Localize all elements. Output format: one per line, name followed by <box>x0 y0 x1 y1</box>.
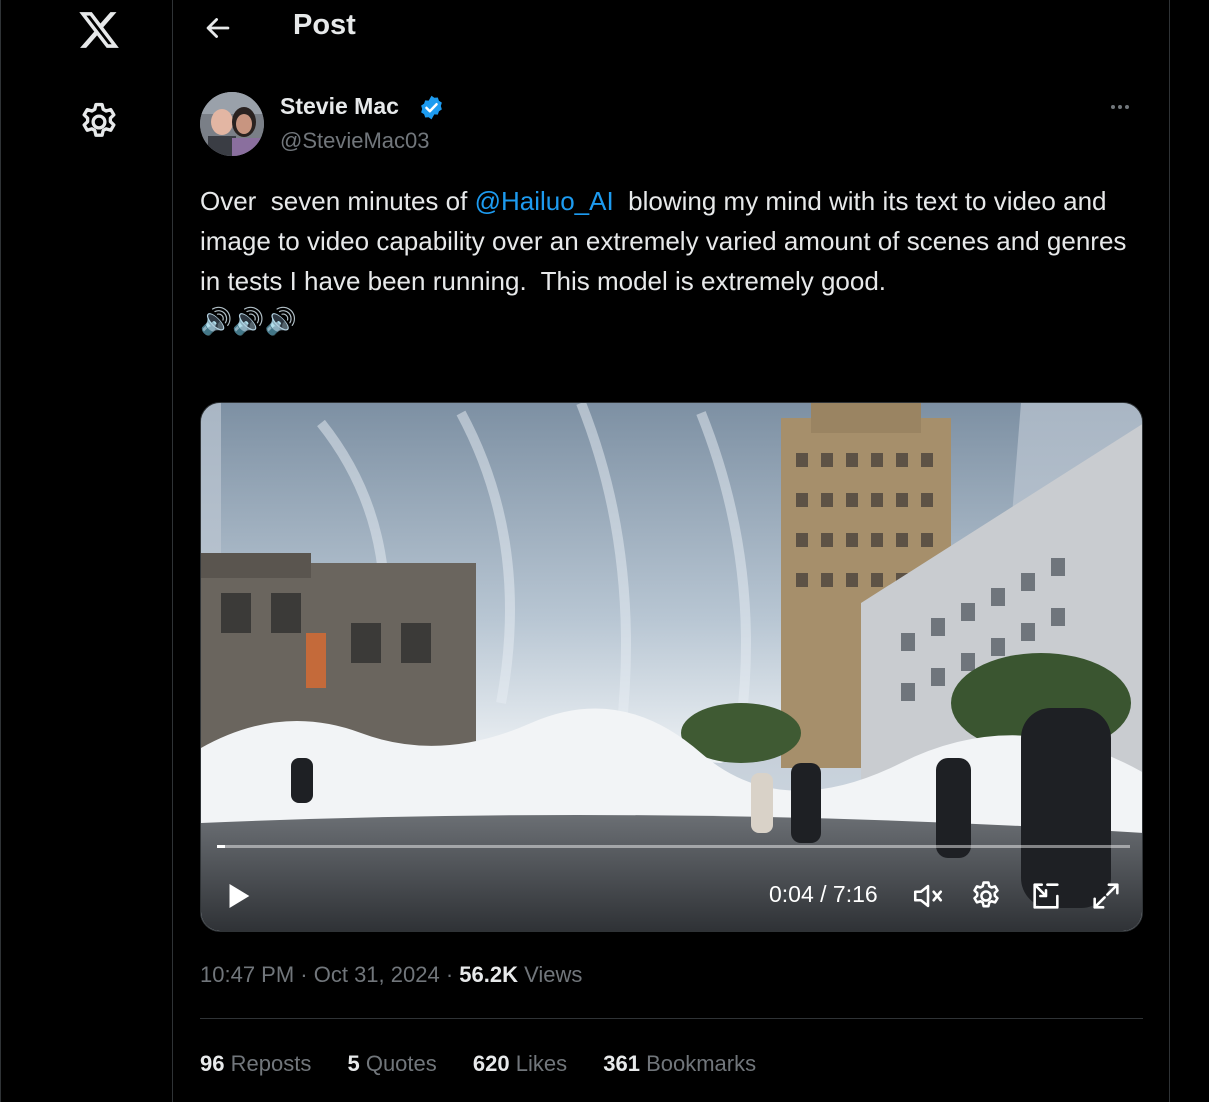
settings-gear-icon[interactable] <box>77 100 121 144</box>
likes-label: Likes <box>515 1051 568 1076</box>
reposts-label: Reposts <box>230 1051 312 1076</box>
post-timestamp-views: 10:47 PM · Oct 31, 2024 · 56.2K Views <box>200 962 583 987</box>
post-date[interactable]: Oct 31, 2024 <box>314 962 440 987</box>
quotes-count: 5 <box>347 1051 360 1076</box>
stat-quotes[interactable]: 5 Quotes <box>347 1051 436 1076</box>
speaker-emoji: 🔊🔊🔊 <box>200 306 298 336</box>
video-time-display: 0:04 / 7:16 <box>769 881 878 907</box>
stat-likes[interactable]: 620 Likes <box>473 1051 567 1076</box>
verified-badge-icon <box>418 94 445 121</box>
mention-link[interactable]: @Hailuo_AI <box>475 186 614 216</box>
video-progress-bar[interactable] <box>217 845 1130 848</box>
post-detail-column: Post Stevie Mac @StevieMac03 Over seven … <box>173 0 1170 1102</box>
video-settings-gear-icon[interactable] <box>969 879 1003 913</box>
post-header: Post <box>173 0 1170 56</box>
stat-bookmarks[interactable]: 361 Bookmarks <box>603 1051 756 1076</box>
divider <box>200 1018 1143 1019</box>
picture-in-picture-icon[interactable] <box>1029 879 1063 913</box>
likes-count: 620 <box>472 1051 510 1076</box>
video-player[interactable]: 0:04 / 7:16 <box>200 402 1143 932</box>
play-icon[interactable] <box>221 879 255 913</box>
author-name[interactable]: Stevie Mac <box>280 93 399 120</box>
back-arrow-icon[interactable] <box>201 11 235 45</box>
volume-muted-icon[interactable] <box>911 879 945 913</box>
author-avatar[interactable] <box>200 92 264 156</box>
post-text: Over seven minutes of @Hailuo_AI blowing… <box>200 181 1145 341</box>
stat-reposts[interactable]: 96 Reposts <box>200 1051 311 1076</box>
views-count: 56.2K <box>459 962 518 987</box>
video-progress-fill <box>217 845 226 848</box>
views-label: Views <box>524 962 583 987</box>
more-options-icon[interactable] <box>1111 94 1145 120</box>
engagement-stats: 96 Reposts 5 Quotes 620 Likes 361 Bookma… <box>200 1051 786 1077</box>
bookmarks-count: 361 <box>603 1051 640 1076</box>
page-title: Post <box>293 9 356 41</box>
author-handle[interactable]: @StevieMac03 <box>280 128 430 154</box>
video-frame[interactable] <box>201 403 1143 932</box>
post-text-before: Over seven minutes of <box>200 186 475 216</box>
post-time[interactable]: 10:47 PM <box>200 962 294 987</box>
bookmarks-label: Bookmarks <box>646 1051 757 1076</box>
fullscreen-icon[interactable] <box>1089 879 1123 913</box>
x-logo-icon[interactable] <box>76 8 122 52</box>
reposts-count: 96 <box>200 1051 225 1076</box>
quotes-label: Quotes <box>365 1051 437 1076</box>
left-navigation-rail <box>0 0 173 1102</box>
